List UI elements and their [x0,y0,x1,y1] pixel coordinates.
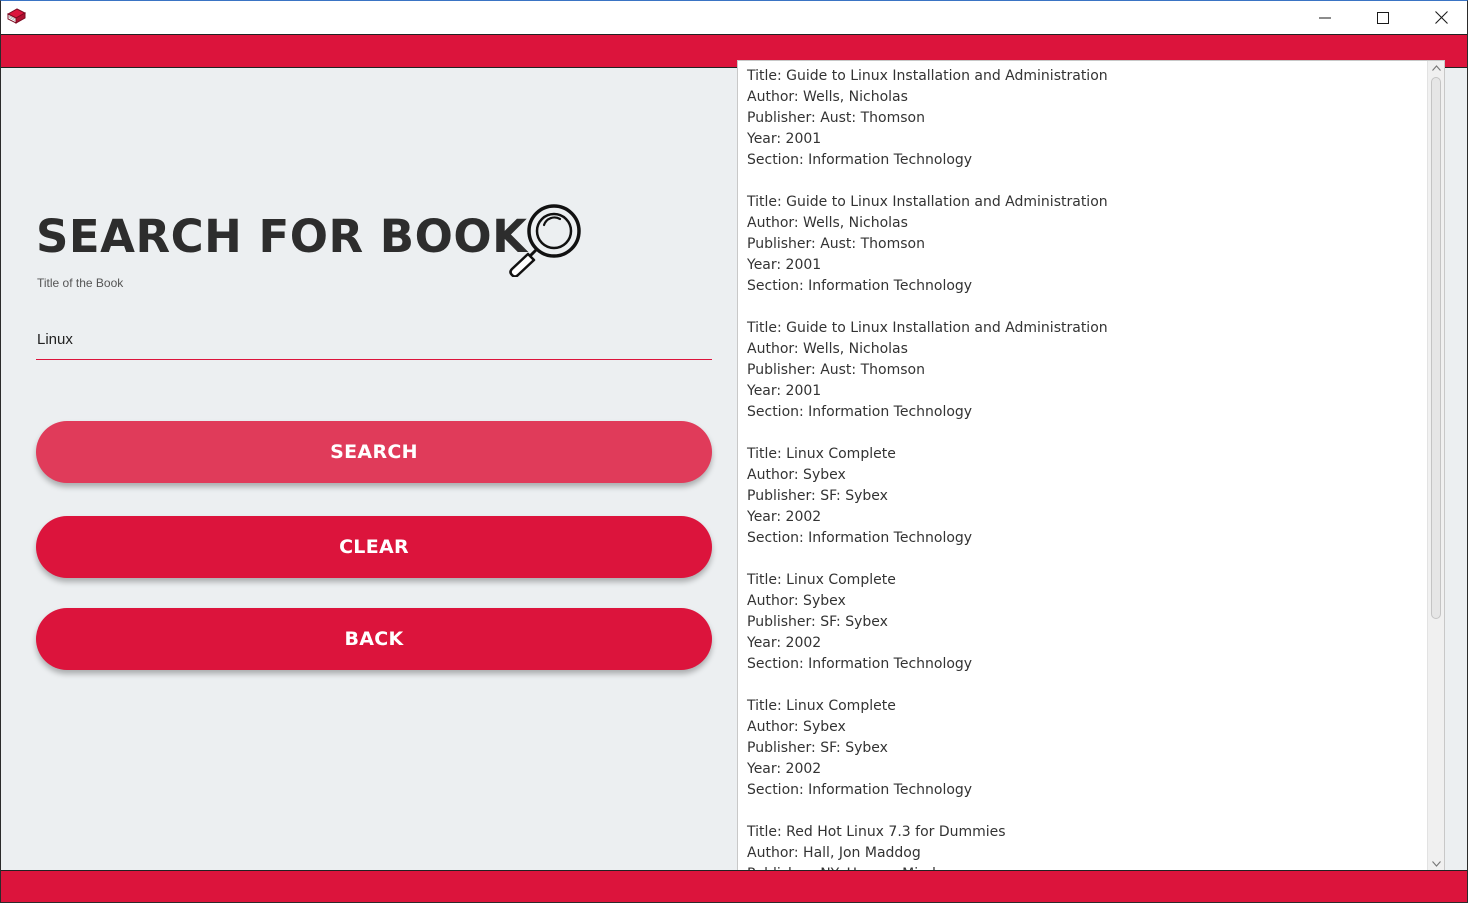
chevron-down-icon [1431,861,1441,867]
maximize-button[interactable] [1354,1,1412,34]
book-title-input[interactable] [36,320,712,360]
minimize-button[interactable] [1296,1,1354,34]
results-scrollbar[interactable] [1427,61,1444,871]
page-title: SEARCH FOR BOOK [36,210,528,263]
clear-button[interactable]: CLEAR [36,516,712,578]
scroll-up-arrow[interactable] [1428,61,1444,75]
app-window: SEARCH FOR BOOK Title of the Book SEARCH… [0,0,1468,903]
title-field-label: Title of the Book [37,276,124,290]
title-bar[interactable] [1,1,1467,34]
maximize-icon [1377,11,1389,24]
book-icon [6,8,26,24]
scroll-down-arrow[interactable] [1428,857,1444,871]
main-content: SEARCH FOR BOOK Title of the Book SEARCH… [1,60,1467,872]
magnifier-icon [509,204,581,277]
bottom-accent-bar [1,870,1467,902]
search-button[interactable]: SEARCH [36,421,712,483]
back-button[interactable]: BACK [36,608,712,670]
results-textarea[interactable]: Title: Guide to Linux Installation and A… [737,60,1445,872]
minimize-icon [1319,17,1331,18]
close-icon [1434,11,1448,24]
chevron-up-icon [1431,65,1441,71]
scroll-thumb[interactable] [1431,77,1441,619]
results-text: Title: Guide to Linux Installation and A… [747,68,1108,871]
close-button[interactable] [1412,1,1467,34]
